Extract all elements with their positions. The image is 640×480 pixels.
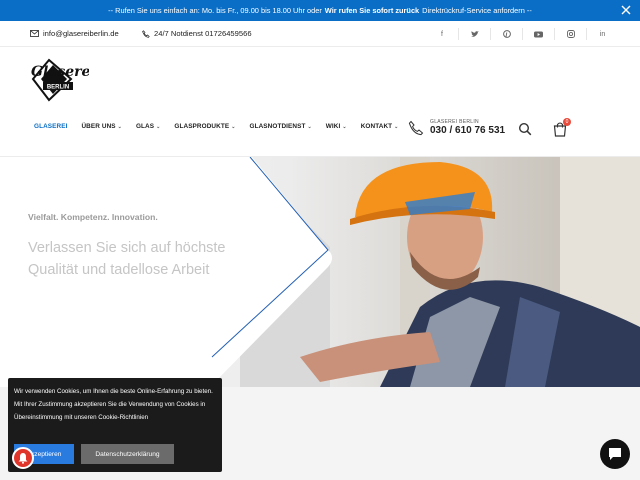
nav-label: KONTAKT xyxy=(360,123,393,130)
site-logo[interactable]: Glaserei BERLIN xyxy=(27,56,96,102)
announcement-prefix: -- Rufen Sie uns einfach an: Mo. bis Fr.… xyxy=(108,6,322,15)
chevron-down-icon: ⌄ xyxy=(307,123,312,130)
nav-item-glasnotdienst[interactable]: GLASNOTDIENST ⌄ xyxy=(250,123,312,130)
logo-script: Glaserei xyxy=(31,64,89,80)
nav-item-glasprodukte[interactable]: GLASPRODUKTE ⌄ xyxy=(174,123,235,130)
linkedin-icon[interactable]: in xyxy=(586,28,618,40)
hero-section: Vielfalt. Kompetenz. Innovation. Verlass… xyxy=(0,157,640,387)
callback-link[interactable]: Wir rufen Sie sofort zurück xyxy=(325,6,419,15)
cart-count-badge: 0 xyxy=(563,118,571,126)
nav-label: GLASNOTDIENST xyxy=(249,123,306,130)
hero-tagline: Vielfalt. Kompetenz. Innovation. xyxy=(28,212,158,222)
nav-label: ÜBER UNS xyxy=(81,123,116,130)
chevron-down-icon: ⌄ xyxy=(231,123,236,130)
nav-item-ueber-uns[interactable]: ÜBER UNS ⌄ xyxy=(81,123,121,130)
logo-sub: BERLIN xyxy=(47,85,69,91)
mail-icon xyxy=(30,30,39,37)
privacy-policy-button[interactable]: Datenschutzerklärung xyxy=(81,444,174,464)
cookie-banner: Wir verwenden Cookies, um Ihnen die best… xyxy=(8,378,222,472)
nav-label: GLAS xyxy=(135,123,155,130)
phone-icon xyxy=(142,29,150,38)
search-icon[interactable] xyxy=(518,122,532,136)
hero-title: Verlassen Sie sich auf höchste Qualität … xyxy=(28,240,226,278)
emergency-text: 24/7 Notdienst 01726459566 xyxy=(154,29,252,38)
chat-bubble-icon[interactable] xyxy=(600,439,630,469)
header-phone[interactable]: GLASEREI BERLIN 030 / 610 76 531 xyxy=(408,119,505,136)
announcement-suffix: Direktrückruf-Service anfordern -- xyxy=(422,6,532,15)
nav-label: GLASPRODUKTE xyxy=(174,123,230,130)
chevron-down-icon: ⌄ xyxy=(156,123,161,130)
contact-bar: info@glasereiberlin.de 24/7 Notdienst 01… xyxy=(0,21,640,47)
chevron-down-icon: ⌄ xyxy=(117,123,122,130)
phone-icon xyxy=(408,120,424,135)
chevron-down-icon: ⌄ xyxy=(394,123,399,130)
nav-label: GLASEREI xyxy=(34,123,68,130)
twitter-icon[interactable] xyxy=(458,28,490,40)
close-icon[interactable] xyxy=(620,4,632,16)
announcement-bar: -- Rufen Sie uns einfach an: Mo. bis Fr.… xyxy=(0,0,640,21)
emergency-phone[interactable]: 24/7 Notdienst 01726459566 xyxy=(142,29,252,38)
pinterest-icon[interactable] xyxy=(490,28,522,40)
nav-item-wiki[interactable]: WIKI ⌄ xyxy=(326,123,347,130)
nav-item-kontakt[interactable]: KONTAKT ⌄ xyxy=(361,123,399,130)
chevron-down-icon: ⌄ xyxy=(342,123,347,130)
nav-item-glas[interactable]: GLAS ⌄ xyxy=(136,123,160,130)
email-text: info@glasereiberlin.de xyxy=(43,29,119,38)
facebook-icon[interactable]: f xyxy=(426,28,458,40)
cookie-text: Wir verwenden Cookies, um Ihnen die best… xyxy=(14,388,213,421)
phone-number: 030 / 610 76 531 xyxy=(430,125,506,136)
social-links: f in xyxy=(426,28,618,40)
nav-item-glaserei[interactable]: GLASEREI xyxy=(34,123,67,130)
youtube-icon[interactable] xyxy=(522,28,554,40)
nav-label: WIKI xyxy=(325,123,341,130)
main-nav: GLASEREI ÜBER UNS ⌄ GLAS ⌄ GLASPRODUKTE ⌄ G… xyxy=(34,123,398,130)
notification-bell-icon[interactable] xyxy=(12,447,34,469)
email-link[interactable]: info@glasereiberlin.de xyxy=(30,29,119,38)
instagram-icon[interactable] xyxy=(554,28,586,40)
